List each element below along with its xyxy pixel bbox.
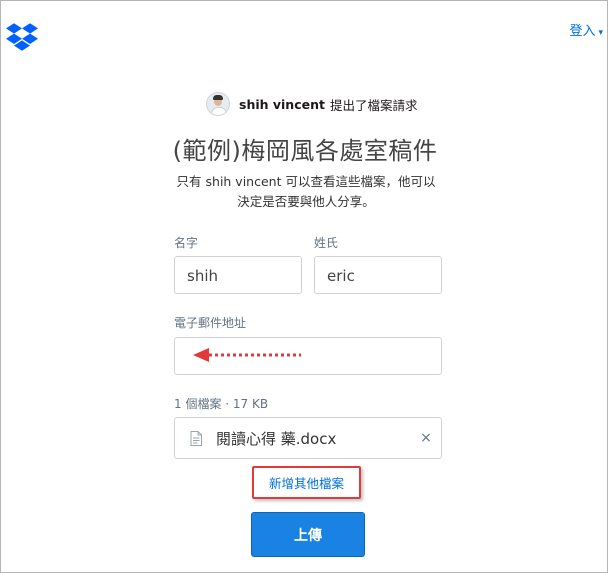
chevron-down-icon[interactable]: ▾ [598,28,603,38]
requester-info: shih vincent 提出了檔案請求 [206,92,418,116]
avatar [206,92,230,116]
last-name-label: 姓氏 [314,236,339,250]
add-more-files-highlight: 新增其他檔案 [252,466,361,499]
files-summary: 1 個檔案 · 17 KB [174,397,269,411]
first-name-label: 名字 [174,236,199,250]
page-title: (範例)梅岡風各處室稿件 [172,137,438,165]
requester-name: shih vincent [239,96,325,112]
email-label: 電子郵件地址 [174,316,247,330]
login-label[interactable]: 登入 [569,24,595,39]
file-item: 閱讀心得 藥.docx × [174,417,442,459]
upload-button[interactable]: 上傳 [251,512,365,557]
document-icon [190,430,202,446]
last-name-field[interactable]: eric [314,256,442,294]
file-name: 閱讀心得 藥.docx [216,429,337,448]
first-name-field[interactable]: shih [174,256,302,294]
remove-file-close-icon[interactable]: × [415,430,437,446]
add-more-files-link[interactable]: 新增其他檔案 [269,473,344,492]
privacy-notice: 只有 shih vincent 可以查看這些檔案，他可以 決定是否要與他人分享。 [161,172,451,212]
page-frame: 登入 ▾ shih vincent 提出了檔案請求 (範例)梅岡風各處室稿件 只有… [0,0,608,573]
dropbox-logo-icon[interactable] [6,21,38,51]
privacy-notice-line-2: 決定是否要與他人分享。 [237,194,375,209]
requester-action: 提出了檔案請求 [329,97,418,113]
annotation-arrow [193,348,301,362]
privacy-notice-line-1: 只有 shih vincent 可以查看這些檔案，他可以 [176,174,436,189]
login-menu[interactable]: 登入 ▾ [569,20,603,39]
